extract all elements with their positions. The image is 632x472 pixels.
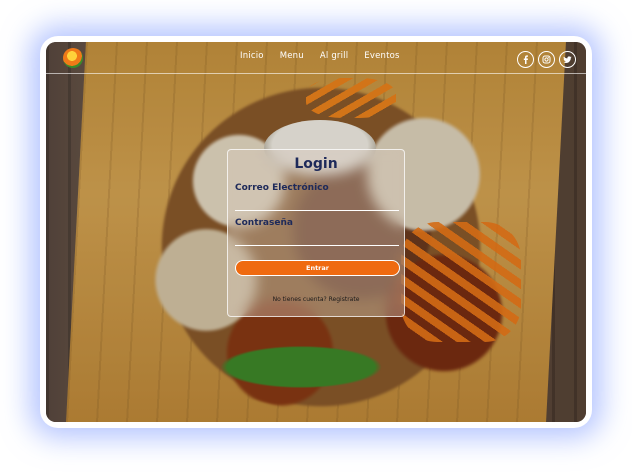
password-label: Contraseña	[235, 218, 293, 228]
login-card: Login Correo Electrónico Contraseña Entr…	[227, 149, 405, 317]
instagram-icon[interactable]	[538, 51, 555, 68]
nav-link-menu[interactable]: Menu	[280, 51, 304, 61]
nav-menu: Inicio Menu Al grill Eventos	[240, 51, 400, 61]
email-field[interactable]	[235, 197, 399, 211]
register-prompt-line: No tienes cuenta? Registrate	[228, 296, 404, 303]
top-navbar: Inicio Menu Al grill Eventos	[46, 42, 586, 74]
twitter-icon[interactable]	[559, 51, 576, 68]
brand-logo-icon[interactable]	[63, 48, 83, 68]
nav-link-inicio[interactable]: Inicio	[240, 51, 264, 61]
nav-link-eventos[interactable]: Eventos	[364, 51, 399, 61]
login-submit-button[interactable]: Entrar	[235, 260, 400, 276]
facebook-icon[interactable]	[517, 51, 534, 68]
login-title: Login	[294, 156, 338, 172]
social-links	[517, 51, 576, 68]
password-field[interactable]	[235, 232, 399, 246]
email-label: Correo Electrónico	[235, 183, 329, 193]
nav-link-al-grill[interactable]: Al grill	[320, 51, 348, 61]
browser-viewport: Inicio Menu Al grill Eventos Login Corre…	[46, 42, 586, 422]
register-prompt: No tienes cuenta?	[272, 296, 327, 303]
register-link[interactable]: Registrate	[329, 296, 360, 303]
